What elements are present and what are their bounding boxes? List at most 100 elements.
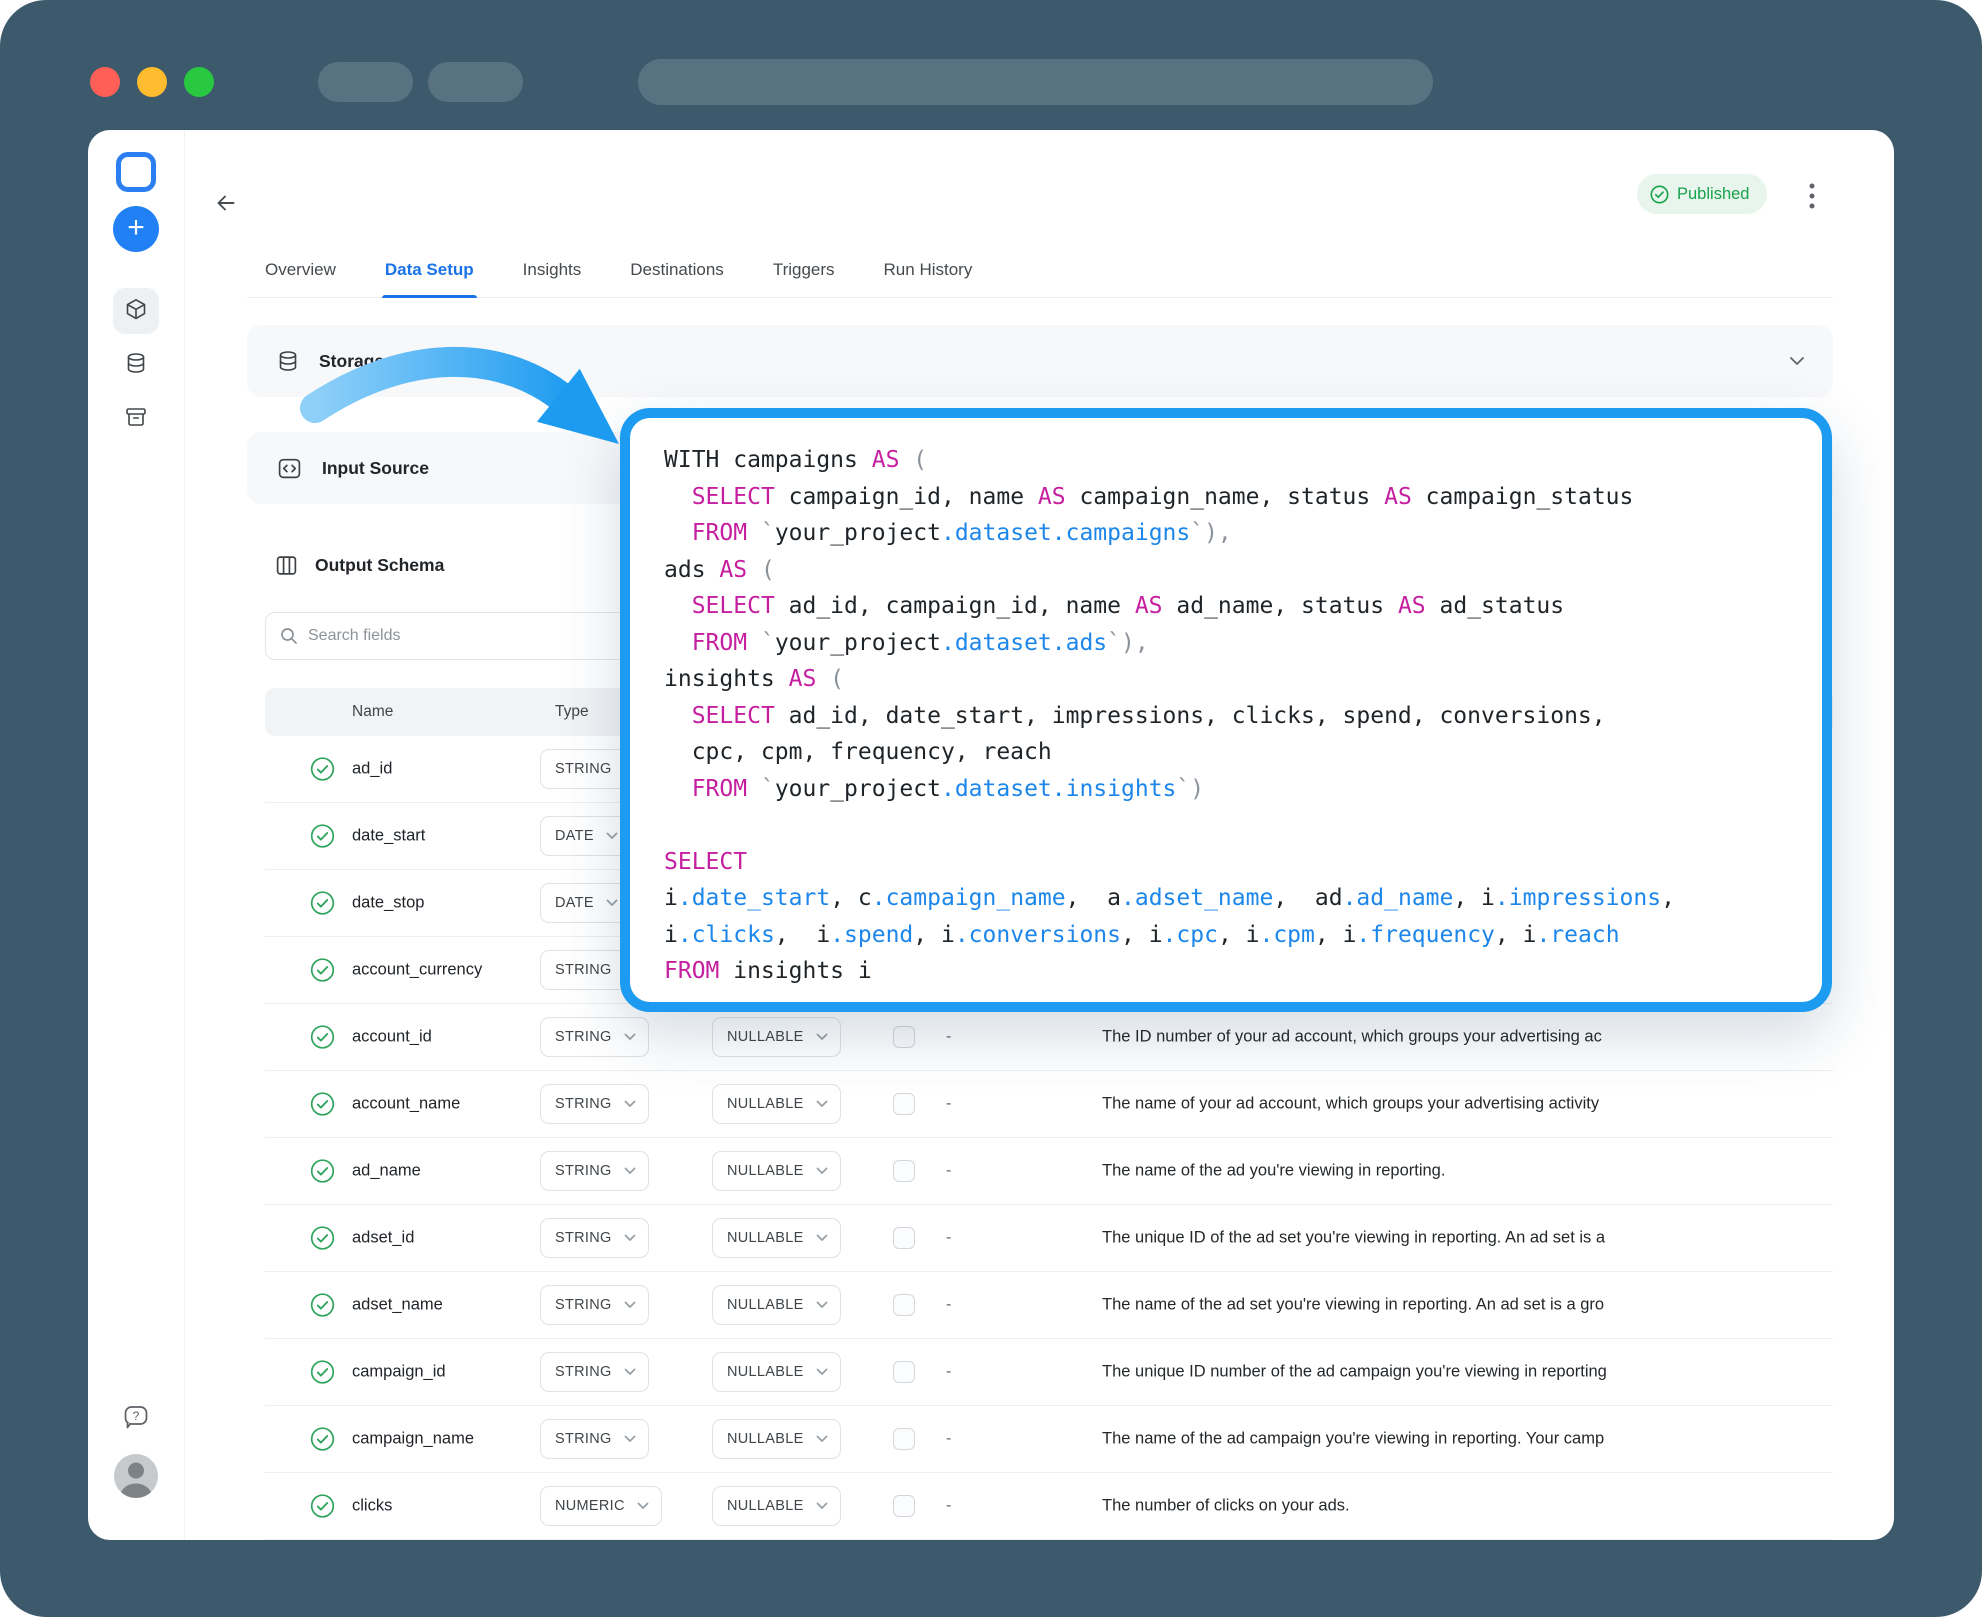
- valid-check-icon: [310, 1159, 335, 1184]
- columns-icon: [275, 554, 298, 577]
- field-name: ad_id: [352, 760, 392, 779]
- table-row: clicks NUMERIC NULLABLE - The number of clic…: [265, 1473, 1833, 1540]
- field-mode-dropdown[interactable]: NULLABLE: [712, 1419, 841, 1459]
- table-row: account_idSTRINGNULLABLE-The ID number o…: [265, 1004, 1833, 1071]
- chevron-down-icon[interactable]: [1789, 356, 1805, 366]
- toolbar-pill[interactable]: [428, 62, 523, 102]
- field-mode-dropdown[interactable]: NULLABLE: [712, 1285, 841, 1325]
- field-description: The name of the ad set you're viewing in…: [1102, 1296, 1816, 1315]
- minimize-button[interactable]: [137, 67, 167, 97]
- field-checkbox[interactable]: [893, 1495, 915, 1517]
- add-button[interactable]: +: [113, 206, 159, 252]
- field-mode-dropdown[interactable]: NULLABLE: [712, 1084, 841, 1124]
- code-line: SELECT ad_id, date_start, impressions, c…: [664, 698, 1822, 735]
- code-line: i.clicks, i.spend, i.conversions, i.cpc,…: [664, 917, 1822, 954]
- sidebar: + ?: [88, 130, 185, 1540]
- field-name: campaign_id: [352, 1363, 446, 1382]
- field-checkbox[interactable]: [893, 1294, 915, 1316]
- valid-check-icon: [310, 891, 335, 916]
- sidebar-item-database[interactable]: [113, 342, 159, 388]
- field-description: The number of clicks on your ads.: [1102, 1497, 1816, 1516]
- field-checkbox[interactable]: [893, 1361, 915, 1383]
- field-name: clicks: [352, 1497, 392, 1516]
- field-default-value: -: [946, 1028, 951, 1046]
- field-type-dropdown[interactable]: DATE: [540, 883, 631, 923]
- status-badge: Published: [1637, 174, 1767, 214]
- sql-callout: WITH campaigns AS ( SELECT campaign_id, …: [620, 408, 1832, 1012]
- back-button[interactable]: [211, 188, 241, 218]
- code-line: cpc, cpm, frequency, reach: [664, 734, 1822, 771]
- storage-panel[interactable]: Storage: [247, 325, 1833, 397]
- sidebar-item-models[interactable]: [113, 288, 159, 334]
- valid-check-icon: [310, 1293, 335, 1318]
- field-type-dropdown[interactable]: STRING: [540, 1285, 649, 1325]
- field-mode-dropdown[interactable]: NULLABLE: [712, 1151, 841, 1191]
- field-mode-dropdown[interactable]: NULLABLE: [712, 1352, 841, 1392]
- tab-destinations[interactable]: Destinations: [630, 242, 724, 297]
- code-line: WITH campaigns AS (: [664, 442, 1822, 479]
- code-line: SELECT campaign_id, name AS campaign_nam…: [664, 479, 1822, 516]
- close-button[interactable]: [90, 67, 120, 97]
- field-type-dropdown[interactable]: STRING: [540, 1151, 649, 1191]
- field-checkbox[interactable]: [893, 1428, 915, 1450]
- field-type-dropdown[interactable]: NUMERIC: [540, 1486, 662, 1526]
- code-line: SELECT: [664, 844, 1822, 881]
- code-icon: [277, 456, 302, 481]
- field-default-value: -: [946, 1296, 951, 1314]
- field-type-dropdown[interactable]: STRING: [540, 1218, 649, 1258]
- valid-check-icon: [310, 824, 335, 849]
- field-mode-dropdown[interactable]: NULLABLE: [712, 1017, 841, 1057]
- field-type-dropdown[interactable]: STRING: [540, 1419, 649, 1459]
- valid-check-icon: [310, 1427, 335, 1452]
- field-default-value: -: [946, 1229, 951, 1247]
- archive-icon: [124, 405, 148, 434]
- field-default-value: -: [946, 1497, 951, 1515]
- field-description: The name of the ad you're viewing in rep…: [1102, 1162, 1816, 1181]
- field-checkbox[interactable]: [893, 1227, 915, 1249]
- field-description: The unique ID number of the ad campaign …: [1102, 1363, 1816, 1382]
- storage-panel-title: Storage: [319, 351, 384, 372]
- code-line: FROM `your_project.dataset.insights`): [664, 771, 1822, 808]
- toolbar-pill[interactable]: [318, 62, 413, 102]
- tab-run-history[interactable]: Run History: [884, 242, 973, 297]
- tab-overview[interactable]: Overview: [265, 242, 336, 297]
- field-mode-dropdown[interactable]: NULLABLE: [712, 1486, 841, 1526]
- address-bar[interactable]: [638, 59, 1433, 105]
- help-button[interactable]: ?: [113, 1396, 159, 1442]
- field-description: The unique ID of the ad set you're viewi…: [1102, 1229, 1816, 1248]
- search-icon: [280, 627, 298, 645]
- back-arrow-icon: [215, 192, 237, 214]
- valid-check-icon: [310, 1494, 335, 1519]
- sidebar-item-storage[interactable]: [113, 396, 159, 442]
- field-type-dropdown[interactable]: STRING: [540, 1084, 649, 1124]
- tab-triggers[interactable]: Triggers: [773, 242, 835, 297]
- check-circle-icon: [1650, 185, 1669, 204]
- field-type-dropdown[interactable]: STRING: [540, 1352, 649, 1392]
- field-checkbox[interactable]: [893, 1160, 915, 1182]
- field-type-dropdown[interactable]: STRING: [540, 1017, 649, 1057]
- browser-window: + ?: [0, 0, 1982, 1617]
- output-schema-header: Output Schema: [275, 554, 444, 577]
- tabs: Overview Data Setup Insights Destinations Tr…: [247, 242, 1833, 298]
- field-name: campaign_name: [352, 1430, 474, 1449]
- table-row: adset_idSTRINGNULLABLE-The unique ID of …: [265, 1205, 1833, 1272]
- field-type-dropdown[interactable]: DATE: [540, 816, 631, 856]
- table-row: adset_nameSTRINGNULLABLE-The name of the…: [265, 1272, 1833, 1339]
- field-mode-dropdown[interactable]: NULLABLE: [712, 1218, 841, 1258]
- main-content: Published Overview Data Setup Insights Dest…: [185, 130, 1894, 1540]
- more-vertical-icon: [1809, 183, 1815, 209]
- field-checkbox[interactable]: [893, 1026, 915, 1048]
- tab-data-setup[interactable]: Data Setup: [385, 242, 474, 297]
- code-line: FROM `your_project.dataset.campaigns`),: [664, 515, 1822, 552]
- table-row: campaign_idSTRINGNULLABLE-The unique ID …: [265, 1339, 1833, 1406]
- help-chat-icon: ?: [122, 1403, 150, 1436]
- tab-insights[interactable]: Insights: [523, 242, 582, 297]
- field-checkbox[interactable]: [893, 1093, 915, 1115]
- field-default-value: -: [946, 1430, 951, 1448]
- app-logo-icon[interactable]: [116, 152, 156, 192]
- box-icon: [124, 297, 148, 326]
- zoom-button[interactable]: [184, 67, 214, 97]
- table-row: campaign_nameSTRINGNULLABLE-The name of …: [265, 1406, 1833, 1473]
- more-menu-button[interactable]: [1799, 182, 1825, 210]
- user-avatar[interactable]: [114, 1454, 158, 1498]
